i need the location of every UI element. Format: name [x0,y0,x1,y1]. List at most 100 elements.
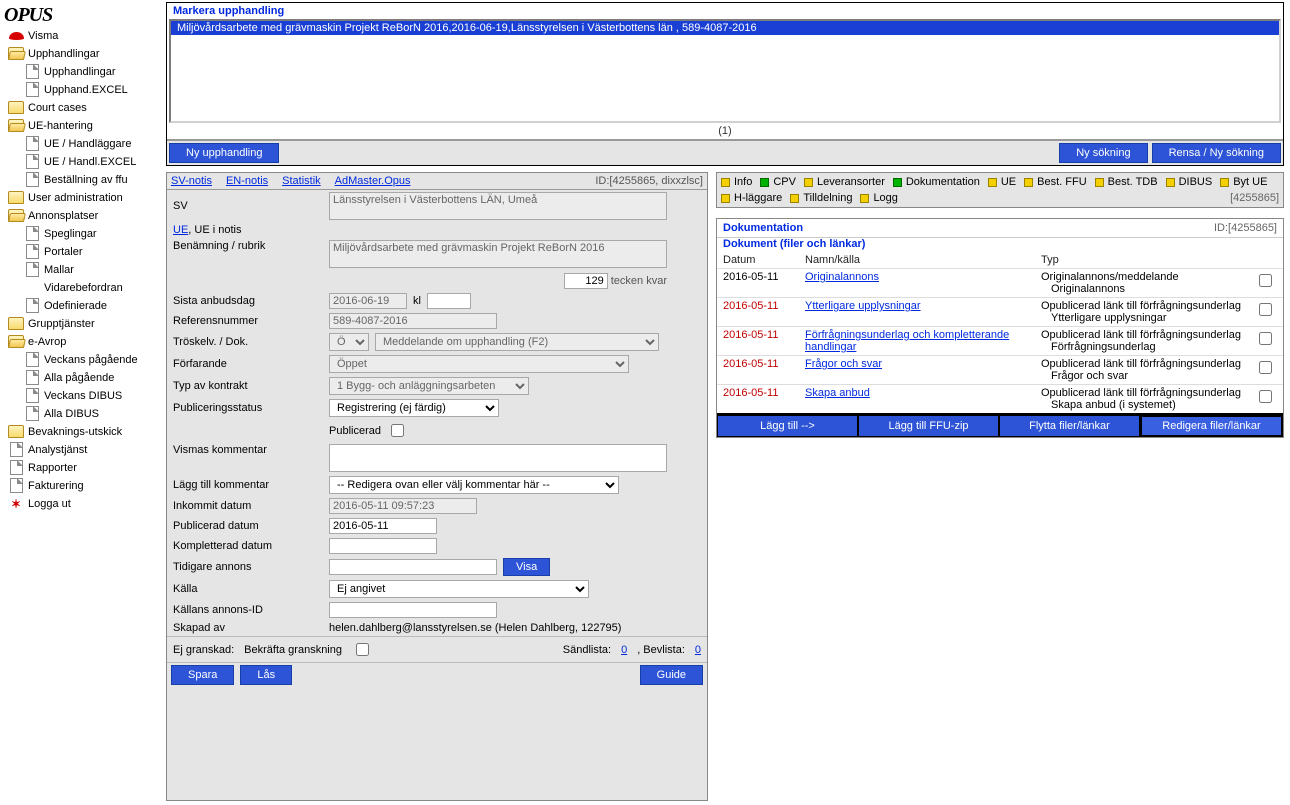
nav-item[interactable]: User administration [4,189,164,207]
tab-en-notis[interactable]: EN-notis [226,175,268,187]
page-icon [24,173,40,186]
doc-row-checkbox[interactable] [1259,303,1272,316]
nav-item[interactable]: Bevaknings-utskick [4,423,164,441]
doc-type: Opublicerad länk till förfrågningsunderl… [1035,327,1247,356]
nav-item[interactable]: UE-hantering [4,117,164,135]
nav-item[interactable]: Visma [4,27,164,45]
nav-item[interactable]: Upphand.EXCEL [4,81,164,99]
completed-date-input[interactable] [329,538,437,554]
chip-best-ffu[interactable]: Best. FFU [1024,176,1087,188]
nav-item-label: Alla DIBUS [44,407,164,421]
add-comment-select[interactable]: -- Redigera ovan eller välj kommentar hä… [329,476,619,494]
doc-row-checkbox[interactable] [1259,274,1272,287]
charcount-input[interactable] [564,273,608,289]
status-square-icon [760,178,769,187]
tab-sv-notis[interactable]: SV-notis [171,175,212,187]
nav-item[interactable]: Rapporter [4,459,164,477]
nav-item[interactable]: Vidarebefordran [4,279,164,297]
move-files-button[interactable]: Flytta filer/länkar [999,415,1140,437]
threshold-select[interactable]: Ö [329,333,369,351]
contract-type-select[interactable]: 1 Bygg- och anläggningsarbeten [329,377,529,395]
comment-text[interactable] [329,444,667,472]
chip-cpv[interactable]: CPV [760,176,796,188]
lock-button[interactable]: Lås [240,665,292,685]
nav-item-label: Analystjänst [28,443,164,457]
doc-row-checkbox[interactable] [1259,332,1272,345]
doc-link[interactable]: Förfrågningsunderlag och kompletterande … [805,329,1009,353]
published-date-input[interactable] [329,518,437,534]
show-button[interactable]: Visa [503,558,550,576]
bevlist-link[interactable]: 0 [695,644,701,656]
nav-item[interactable]: Speglingar [4,225,164,243]
nav-item[interactable]: Mallar [4,261,164,279]
source-select[interactable]: Ej angivet [329,580,589,598]
nav-item[interactable]: Beställning av ffu [4,171,164,189]
tab-admaster[interactable]: AdMaster.Opus [335,175,411,187]
sendlist-link[interactable]: 0 [621,644,627,656]
nav-item[interactable]: UE / Handl.EXCEL [4,153,164,171]
chip-leveransorter[interactable]: Leveransorter [804,176,885,188]
nav-item[interactable]: Veckans DIBUS [4,387,164,405]
nav-item[interactable]: Alla pågående [4,369,164,387]
nav-item[interactable]: Annonsplatser [4,207,164,225]
chip-ue[interactable]: UE [988,176,1016,188]
folder-icon [8,191,24,204]
chip-dibus[interactable]: DIBUS [1166,176,1213,188]
published-checkbox[interactable] [391,424,404,437]
nav-item[interactable]: e-Avrop [4,333,164,351]
save-button[interactable]: Spara [171,665,234,685]
chip-byt-ue[interactable]: Byt UE [1220,176,1267,188]
source-id-input[interactable] [329,602,497,618]
selection-item[interactable]: Miljövårdsarbete med grävmaskin Projekt … [171,21,1279,35]
nav-item[interactable]: Court cases [4,99,164,117]
nav-item[interactable]: Upphandlingar [4,45,164,63]
nav-item[interactable]: Analystjänst [4,441,164,459]
doc-row-checkbox[interactable] [1259,390,1272,403]
doc-row-checkbox[interactable] [1259,361,1272,374]
page-icon [8,461,24,474]
chip-tilldelning[interactable]: Tilldelning [790,192,852,204]
folder-icon [8,317,24,330]
threshold-msg-select[interactable]: Meddelande om upphandling (F2) [375,333,659,351]
new-procurement-button[interactable]: Ny upphandling [169,143,279,163]
source-label: Källa [173,583,323,595]
nav-item[interactable]: Odefinierade [4,297,164,315]
nav-item[interactable]: Upphandlingar [4,63,164,81]
chip-logg[interactable]: Logg [860,192,897,204]
doc-head-date: Datum [717,252,799,269]
chip-h-l-ggare[interactable]: H-läggare [721,192,782,204]
nav-item[interactable]: Alla DIBUS [4,405,164,423]
kl-input[interactable] [427,293,471,309]
chip-bar: Info CPV Leveransorter Dokumentation UE Best.… [716,172,1284,208]
nav-item[interactable]: UE / Handläggare [4,135,164,153]
chip-dokumentation[interactable]: Dokumentation [893,176,980,188]
guide-button[interactable]: Guide [640,665,703,685]
selection-list[interactable]: Miljövårdsarbete med grävmaskin Projekt … [169,19,1281,123]
add-ffu-zip-button[interactable]: Lägg till FFU-zip [858,415,999,437]
nav-item-label: Upphandlingar [44,65,164,79]
page-icon [24,227,40,240]
tab-statistik[interactable]: Statistik [282,175,321,187]
chip-info[interactable]: Info [721,176,752,188]
doc-link[interactable]: Ytterligare upplysningar [805,300,921,312]
new-search-button[interactable]: Ny sökning [1059,143,1147,163]
ue-link[interactable]: UE [173,224,188,236]
prev-ad-input[interactable] [329,559,497,575]
add-doc-button[interactable]: Lägg till --> [717,415,858,437]
clear-search-button[interactable]: Rensa / Ny sökning [1152,143,1281,163]
nav-item[interactable]: Veckans pågående [4,351,164,369]
nav-item[interactable]: Grupptjänster [4,315,164,333]
nav-item[interactable]: ✶Logga ut [4,495,164,513]
confirm-review-checkbox[interactable] [356,643,369,656]
procedure-select[interactable]: Öppet [329,355,629,373]
nav-item-label: Portaler [44,245,164,259]
edit-files-button[interactable]: Redigera filer/länkar [1140,415,1283,437]
pubstatus-select[interactable]: Registrering (ej färdig) [329,399,499,417]
chip-best-tdb[interactable]: Best. TDB [1095,176,1158,188]
doc-link[interactable]: Skapa anbud [805,387,870,399]
nav-item[interactable]: Portaler [4,243,164,261]
nav-item[interactable]: Fakturering [4,477,164,495]
doc-link[interactable]: Frågor och svar [805,358,882,370]
doc-link[interactable]: Originalannons [805,271,879,283]
procedure-label: Förfarande [173,358,323,370]
